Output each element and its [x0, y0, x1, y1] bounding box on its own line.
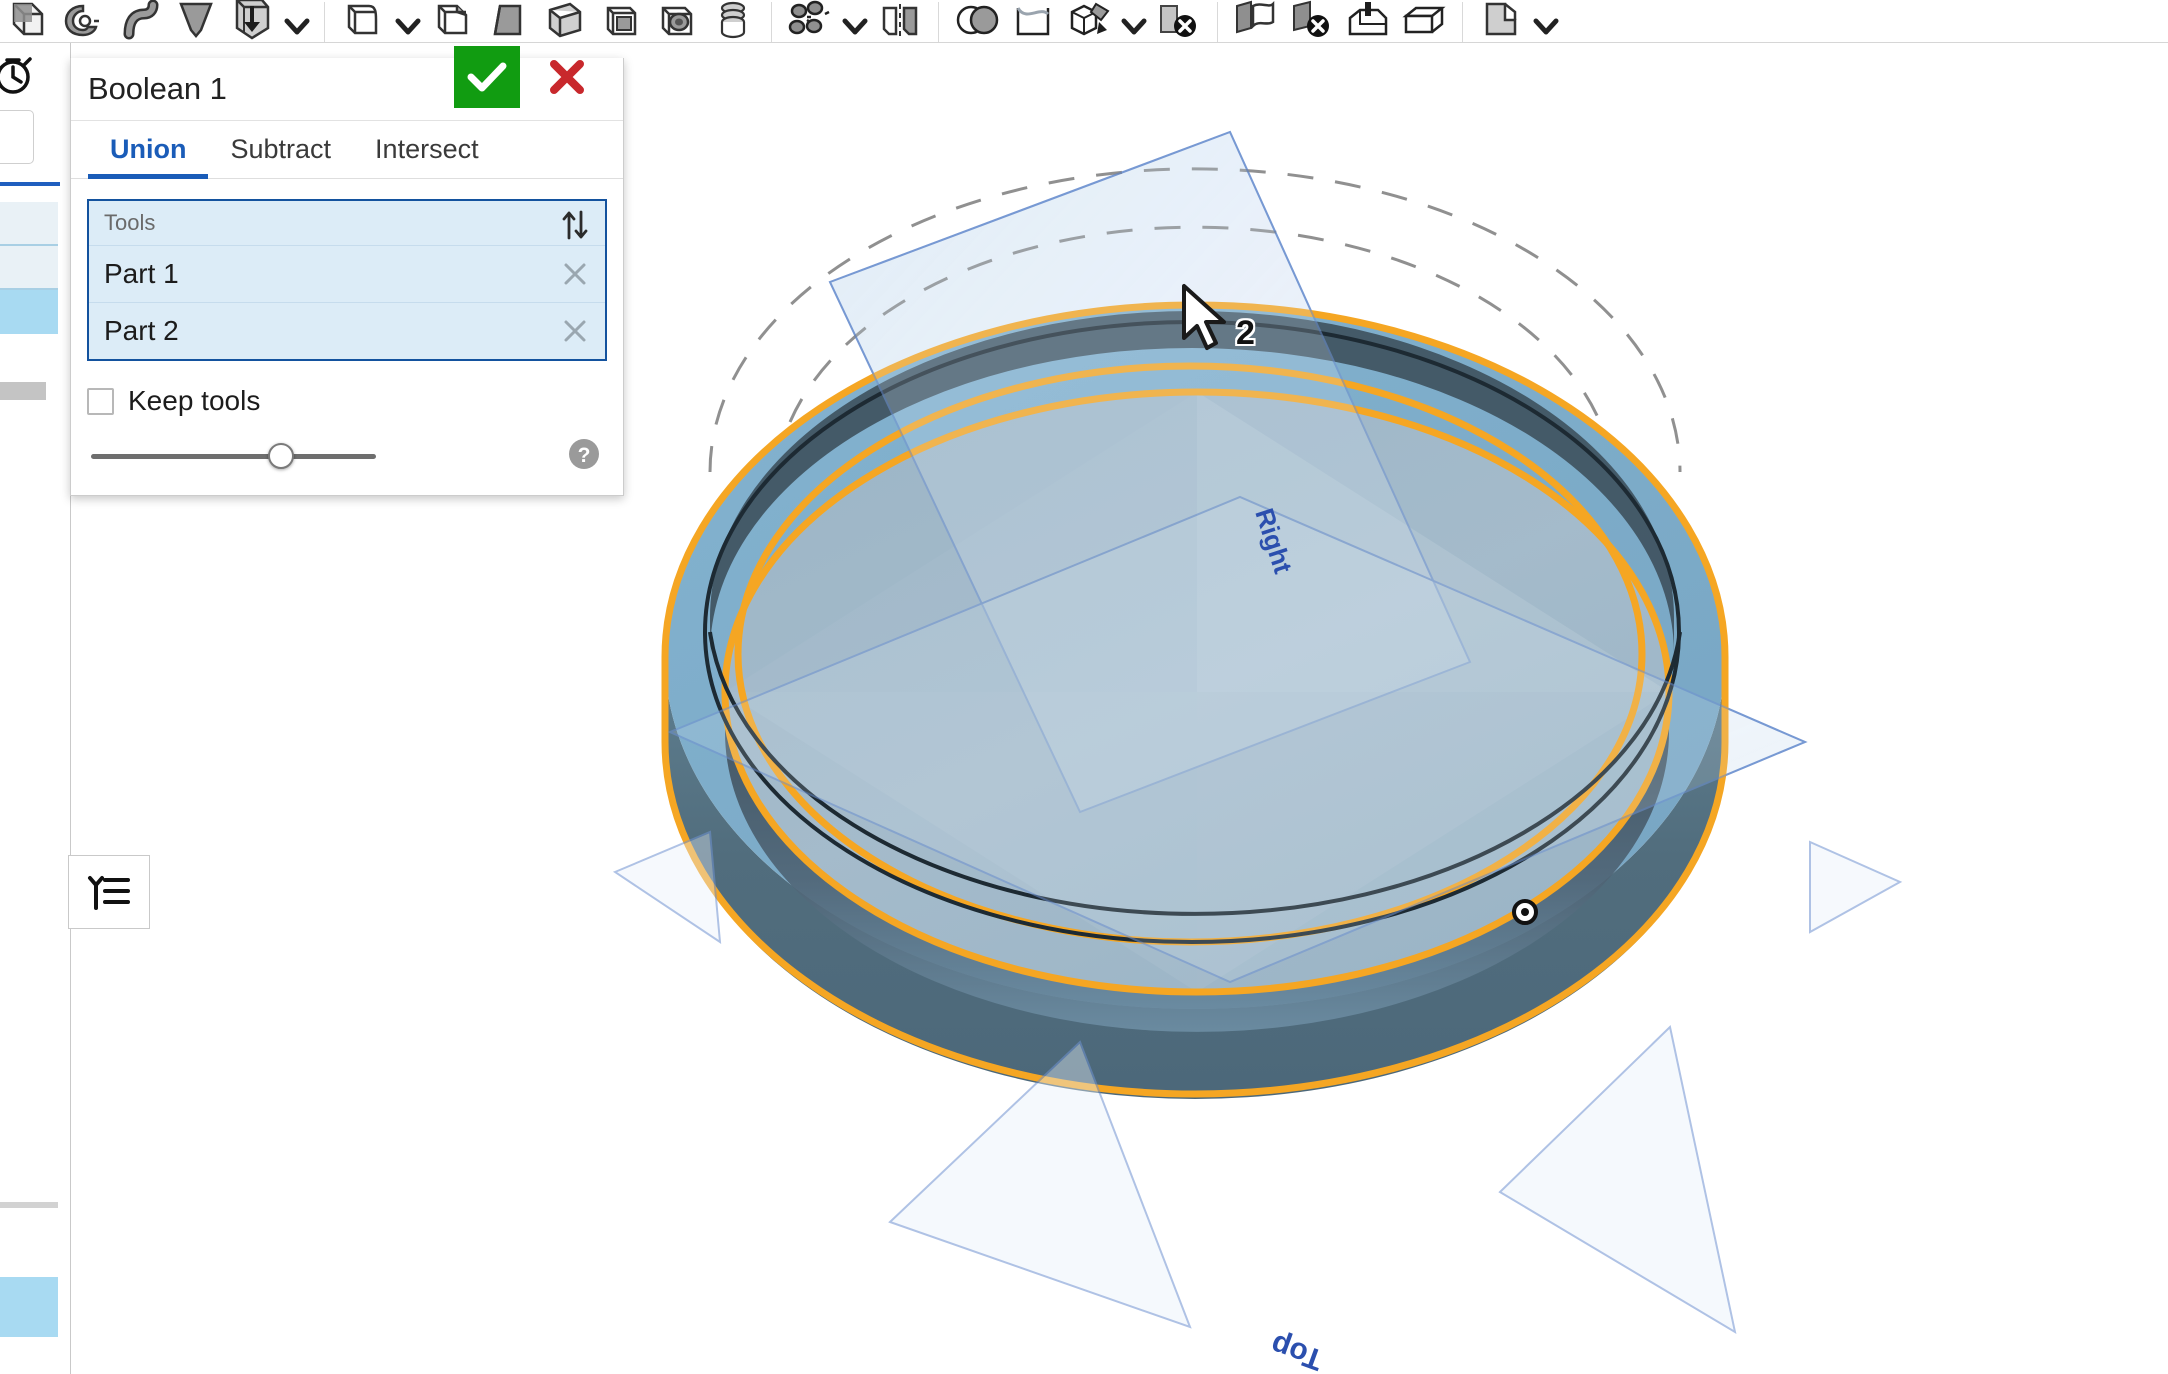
- loft-icon[interactable]: [168, 0, 224, 42]
- tool-entry-label: Part 2: [104, 315, 179, 346]
- slider-track: [91, 453, 376, 459]
- slider-thumb[interactable]: [268, 443, 294, 469]
- transparency-slider[interactable]: [91, 441, 376, 471]
- pattern-icon[interactable]: [782, 0, 838, 42]
- keep-tools-row[interactable]: Keep tools: [87, 385, 623, 417]
- feature-tree-divider: [0, 1202, 58, 1208]
- fillet-icon[interactable]: [335, 0, 391, 42]
- dialog-footer: ?: [71, 417, 623, 495]
- cancel-button[interactable]: [538, 48, 596, 106]
- tool-entry-label: Part 1: [104, 258, 179, 289]
- history-clock-icon[interactable]: [0, 52, 38, 98]
- tab-subtract[interactable]: Subtract: [208, 121, 353, 178]
- revolve-icon[interactable]: [56, 0, 112, 42]
- toolbar-group-modify: [335, 0, 761, 42]
- split-icon[interactable]: [1005, 0, 1061, 42]
- feature-tree-list[interactable]: [0, 202, 58, 378]
- toolbar-group-pattern: [782, 0, 928, 42]
- feature-row-3[interactable]: [0, 290, 58, 334]
- svg-text:?: ?: [578, 444, 591, 467]
- tools-label: Tools: [104, 210, 156, 235]
- extrude-box-icon[interactable]: [0, 0, 56, 42]
- boolean-icon[interactable]: [949, 0, 1005, 42]
- feature-row-4[interactable]: [0, 334, 58, 378]
- boolean-feature-dialog[interactable]: Boolean 1 Union Subtract Intersect Tools…: [70, 46, 624, 496]
- feature-row-placeholder: [0, 382, 46, 400]
- draft-icon[interactable]: [481, 0, 537, 42]
- feature-tree-panel[interactable]: [0, 42, 71, 1374]
- dialog-header: Boolean 1: [71, 46, 623, 121]
- toolbar-separator: [938, 2, 939, 42]
- feature-row-2[interactable]: [0, 246, 58, 290]
- keep-tools-checkbox[interactable]: [87, 387, 114, 415]
- mirror-icon[interactable]: [872, 0, 928, 42]
- thread-icon[interactable]: [705, 0, 761, 42]
- toolbar-group-sheetmetal: [1473, 0, 1563, 42]
- delete-face-icon[interactable]: [1151, 0, 1207, 42]
- toolbar-group-boolean: [949, 0, 1207, 42]
- toolbar-separator: [1462, 2, 1463, 42]
- keep-tools-label: Keep tools: [128, 385, 261, 416]
- move-face-icon[interactable]: [1228, 0, 1284, 42]
- dialog-title: Boolean 1: [88, 71, 227, 106]
- transform-icon[interactable]: [1061, 0, 1117, 42]
- tab-subtract-label: Subtract: [230, 134, 332, 164]
- boolean-operation-tabs[interactable]: Union Subtract Intersect: [71, 121, 623, 179]
- rib-icon[interactable]: [537, 0, 593, 42]
- toolbar-separator: [1217, 2, 1218, 42]
- chevron-down-icon[interactable]: [1529, 0, 1563, 42]
- feature-list-icon[interactable]: [68, 855, 150, 929]
- sheet-metal-icon[interactable]: [1473, 0, 1529, 42]
- feature-row-bottom[interactable]: [0, 1277, 58, 1337]
- tool-entry-part-1[interactable]: Part 1: [89, 245, 605, 302]
- plane-wing-far-left: [612, 830, 722, 944]
- feature-toolbar[interactable]: [0, 0, 2168, 43]
- chevron-down-icon[interactable]: [391, 0, 425, 42]
- toolbar-separator: [771, 2, 772, 42]
- checkmark-icon: [467, 62, 507, 92]
- sort-arrows-icon[interactable]: [557, 207, 593, 243]
- feature-search-input[interactable]: [0, 110, 34, 164]
- thicken-icon[interactable]: [224, 0, 280, 42]
- chamfer-icon[interactable]: [425, 0, 481, 42]
- plane-label-top: Top: [1267, 1327, 1328, 1374]
- shell-icon[interactable]: [593, 0, 649, 42]
- chevron-down-icon[interactable]: [838, 0, 872, 42]
- close-x-icon[interactable]: [561, 317, 589, 345]
- tab-intersect[interactable]: Intersect: [353, 121, 501, 178]
- origin-point-icon[interactable]: [1512, 899, 1538, 925]
- enclose-icon[interactable]: [1340, 0, 1396, 42]
- toolbar-separator: [324, 2, 325, 42]
- close-x-icon: [550, 60, 584, 94]
- tool-entry-part-2[interactable]: Part 2: [89, 302, 605, 359]
- plane-wing-right: [1498, 1025, 1737, 1335]
- close-x-icon[interactable]: [561, 260, 589, 288]
- feature-row-1[interactable]: [0, 202, 58, 246]
- tools-selection-box[interactable]: Tools Part 1 Part 2: [87, 199, 607, 361]
- sweep-icon[interactable]: [112, 0, 168, 42]
- tab-union[interactable]: Union: [88, 121, 209, 179]
- tools-header: Tools: [89, 201, 605, 245]
- question-mark-icon[interactable]: ?: [567, 437, 601, 471]
- tab-intersect-label: Intersect: [375, 134, 479, 164]
- toolbar-group-shape: [0, 0, 314, 42]
- chevron-down-icon[interactable]: [1117, 0, 1151, 42]
- boundingbox-icon[interactable]: [1396, 0, 1452, 42]
- plane-wing-far-right: [1809, 840, 1903, 934]
- chevron-down-icon[interactable]: [280, 0, 314, 42]
- hole-icon[interactable]: [649, 0, 705, 42]
- toolbar-group-surface: [1228, 0, 1452, 42]
- onshape-window: Right Top Boolean 1 Union Subtract Inter…: [0, 0, 2168, 1374]
- delete-part-icon[interactable]: [1284, 0, 1340, 42]
- tree-selection-indicator: [0, 182, 60, 186]
- accept-button[interactable]: [454, 46, 520, 108]
- reference-planes-front: [612, 130, 1903, 1335]
- tab-union-label: Union: [110, 134, 187, 164]
